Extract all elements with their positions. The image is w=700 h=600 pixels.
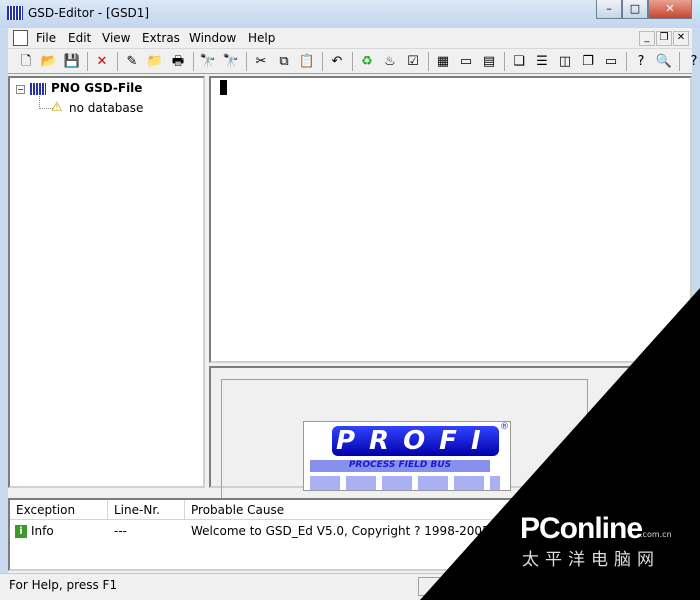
document-icon [13, 30, 28, 46]
toolbar-separator [428, 52, 429, 71]
toolbar-separator [679, 52, 680, 71]
edit-icon[interactable]: ✎ [122, 52, 142, 71]
minimize-button[interactable]: – [596, 0, 622, 19]
open-icon[interactable]: 📂 [39, 52, 59, 71]
window-title: GSD-Editor - [GSD1] [28, 6, 150, 20]
help-topic-icon[interactable]: ? [631, 52, 651, 71]
toolbar: 🗋 📂 💾 ✕ ✎ 📁 🖶 🔭 🔭 ✂ ⧉ 📋 ↶ ♻ ♨ ☑ ▦ ▭ ▤ ❏ ☰ ◫ ❐ ▭? 🔍? [8, 49, 697, 74]
logo-registered: ® [500, 422, 509, 432]
bug-icon[interactable]: ♨ [380, 52, 400, 71]
menu-bar: File Edit View Extras Window Help _ ❐ ✕ [8, 28, 692, 49]
text-cursor [220, 80, 227, 95]
find-next-icon[interactable]: 🔭 [221, 52, 241, 71]
close-button[interactable]: ✕ [648, 0, 692, 19]
info-icon: i [15, 525, 27, 538]
delete-icon[interactable]: ✕ [92, 52, 112, 71]
toolbar-separator [87, 52, 88, 71]
row-cause: Welcome to GSD_Ed V5.0, Copyright ? 1998… [191, 524, 538, 538]
toolbar-separator [504, 52, 505, 71]
column-line-nr[interactable]: Line-Nr. [108, 500, 185, 520]
app-icon [7, 6, 23, 20]
view1-icon[interactable]: ▦ [433, 52, 453, 71]
status-line: Line [486, 577, 546, 596]
search-icon[interactable]: 🔍 [654, 52, 674, 71]
scroll-thumb[interactable] [675, 386, 689, 414]
new-icon[interactable]: 🗋 [16, 52, 36, 71]
toolbar-separator [117, 52, 118, 71]
status-pane-empty [418, 577, 448, 596]
arrange-icon[interactable]: ❐ [578, 52, 598, 71]
row-line: --- [114, 524, 127, 538]
row-exception[interactable]: Info [31, 524, 54, 538]
profibus-logo: PROFI ® PROCESS FIELD BUS [303, 421, 511, 491]
find-icon[interactable]: 🔭 [198, 52, 218, 71]
status-num: NUM [449, 577, 485, 596]
save-icon[interactable]: 💾 [62, 52, 82, 71]
view3-icon[interactable]: ▤ [479, 52, 499, 71]
logo-nodes [310, 476, 500, 490]
preview-pane: PROFI ® PROCESS FIELD BUS ▲ [209, 366, 692, 499]
window-icon[interactable]: ▭ [601, 52, 621, 71]
collapse-toggle[interactable]: − [16, 85, 25, 94]
menu-view[interactable]: View [102, 31, 130, 45]
refresh-icon[interactable]: ♻ [357, 52, 377, 71]
undo-icon[interactable]: ↶ [327, 52, 347, 71]
cut-icon[interactable]: ✂ [251, 52, 271, 71]
logo-subtitle: PROCESS FIELD BUS [310, 460, 490, 472]
column-exception[interactable]: Exception [10, 500, 108, 520]
menu-edit[interactable]: Edit [68, 31, 91, 45]
toolbar-separator [352, 52, 353, 71]
tree-item-no-database[interactable]: no database [69, 101, 143, 115]
tile-vertical-icon[interactable]: ◫ [555, 52, 575, 71]
status-help: For Help, press F1 [9, 578, 118, 592]
child-restore-button[interactable]: ❐ [656, 31, 672, 46]
logo-text: PROFI [332, 426, 499, 456]
print-icon[interactable]: 🖶 [168, 52, 188, 71]
checklist-icon[interactable]: ☑ [403, 52, 423, 71]
toolbar-separator [626, 52, 627, 71]
message-list: Exception Line-Nr. Probable Cause i Info… [8, 498, 692, 571]
status-bar: For Help, press F1 NUM Line [0, 573, 700, 600]
warning-icon: ⚠ [51, 100, 63, 115]
tile-horizontal-icon[interactable]: ☰ [532, 52, 552, 71]
gsd-file-icon [30, 83, 46, 95]
view2-icon[interactable]: ▭ [456, 52, 476, 71]
child-close-button[interactable]: ✕ [673, 31, 689, 46]
title-bar: GSD-Editor - [GSD1] – □ ✕ [0, 0, 700, 28]
toolbar-separator [193, 52, 194, 71]
context-help-icon[interactable]: ? [684, 52, 700, 71]
scroll-up-icon[interactable]: ▲ [674, 370, 690, 379]
child-minimize-button[interactable]: _ [639, 31, 655, 46]
vertical-scrollbar[interactable]: ▲ [674, 368, 690, 486]
column-probable-cause[interactable]: Probable Cause [185, 500, 690, 520]
maximize-button[interactable]: □ [622, 0, 648, 19]
menu-window[interactable]: Window [189, 31, 236, 45]
cascade-icon[interactable]: ❏ [509, 52, 529, 71]
toolbar-separator [246, 52, 247, 71]
tree-root[interactable]: PNO GSD-File [51, 81, 142, 95]
menu-help[interactable]: Help [248, 31, 275, 45]
menu-extras[interactable]: Extras [142, 31, 180, 45]
paste-icon[interactable]: 📋 [297, 52, 317, 71]
import-icon[interactable]: 📁 [145, 52, 165, 71]
copy-icon[interactable]: ⧉ [274, 52, 294, 71]
text-editor[interactable] [209, 76, 692, 363]
menu-file[interactable]: File [36, 31, 56, 45]
tree-view: − PNO GSD-File ⚠ no database [8, 76, 205, 488]
toolbar-separator [322, 52, 323, 71]
